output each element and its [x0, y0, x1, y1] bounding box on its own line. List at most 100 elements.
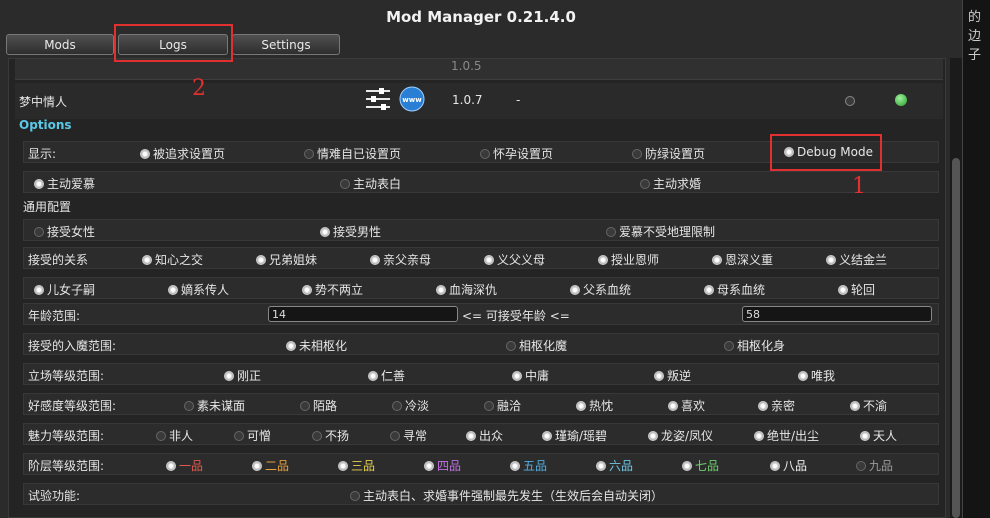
checkbox-relation[interactable]: 儿女子嗣: [34, 281, 95, 298]
row-trial: 试验功能: 主动表白、求婚事件强制最先发生（生效后会自动关闭）: [23, 483, 939, 505]
age-min-input[interactable]: 14: [268, 306, 458, 322]
checkbox-favor[interactable]: 喜欢: [668, 397, 705, 414]
mod-list-panel: 1.0.5 梦中情人 www 1.0.7 - Options 显示: 被追求设置…: [8, 58, 946, 518]
checkbox-rank[interactable]: 三品: [338, 457, 375, 474]
checkbox-relation[interactable]: 义父义母: [484, 251, 545, 268]
annotation-box-debug: [770, 134, 882, 171]
checkbox-favor[interactable]: 陌路: [300, 397, 337, 414]
checkbox-pregnancy-settings[interactable]: 怀孕设置页: [480, 145, 553, 162]
checkbox-active-confess[interactable]: 主动表白: [340, 175, 401, 192]
checkbox-relation[interactable]: 父系血统: [570, 281, 631, 298]
checkbox-stance[interactable]: 叛逆: [654, 367, 691, 384]
row-label: 年龄范围:: [28, 309, 81, 323]
checkbox-relation[interactable]: 恩深义重: [712, 251, 773, 268]
vertical-scrollbar[interactable]: [950, 58, 962, 518]
checkbox-rank[interactable]: 七品: [682, 457, 719, 474]
checkbox-favor[interactable]: 冷淡: [392, 397, 429, 414]
checkbox-charm[interactable]: 出众: [466, 427, 503, 444]
checkbox-active-admire[interactable]: 主动爱慕: [34, 175, 95, 192]
annotation-number-1: 1: [852, 174, 866, 199]
background-char: 的: [968, 10, 982, 25]
mod-name: 梦中情人: [19, 95, 68, 109]
checkbox-charm[interactable]: 非人: [156, 427, 193, 444]
mod-manager-window: Mod Manager 0.21.4.0 Mods Logs Settings …: [0, 0, 963, 518]
checkbox-favor[interactable]: 素未谋面: [184, 397, 245, 414]
checkbox-rank[interactable]: 二品: [252, 457, 289, 474]
checkbox-passion-settings[interactable]: 情难自已设置页: [304, 145, 401, 162]
checkbox-relation[interactable]: 势不两立: [302, 281, 363, 298]
row-label: 好感度等级范围:: [28, 399, 117, 413]
annotation-number-2: 2: [192, 76, 206, 101]
checkbox-charm[interactable]: 绝世/出尘: [754, 427, 819, 444]
checkbox-stance[interactable]: 唯我: [798, 367, 835, 384]
checkbox-demon[interactable]: 相枢化身: [724, 337, 785, 354]
checkbox-demon[interactable]: 未相枢化: [286, 337, 347, 354]
checkbox-stance[interactable]: 中庸: [512, 367, 549, 384]
checkbox-relation[interactable]: 母系血统: [704, 281, 765, 298]
row-relations: 接受的关系 知心之交 兄弟姐妹 亲父亲母 义父义母 授业恩师 恩深义重 义结金兰: [23, 247, 939, 269]
tab-settings[interactable]: Settings: [232, 34, 340, 55]
checkbox-pursued-settings[interactable]: 被追求设置页: [140, 145, 225, 162]
row-label: 显示:: [28, 147, 57, 161]
checkbox-active-propose[interactable]: 主动求婚: [640, 175, 701, 192]
row-label: 魅力等级范围:: [28, 429, 105, 443]
background-char: 边: [968, 29, 982, 44]
checkbox-charm[interactable]: 可憎: [234, 427, 271, 444]
checkbox-favor[interactable]: 亲密: [758, 397, 795, 414]
checkbox-demon[interactable]: 相枢化魔: [506, 337, 567, 354]
checkbox-charm[interactable]: 天人: [860, 427, 897, 444]
mod-radio[interactable]: [845, 96, 855, 106]
sliders-settings-icon[interactable]: [365, 87, 391, 115]
svg-text:www: www: [402, 96, 422, 104]
checkbox-favor[interactable]: 不渝: [850, 397, 887, 414]
checkbox-no-geo-limit[interactable]: 爱慕不受地理限制: [606, 223, 715, 240]
previous-mod-row: 1.0.5: [15, 59, 943, 80]
row-age: 年龄范围: 14 <= 可接受年龄 <= 58: [23, 303, 939, 325]
checkbox-stance[interactable]: 仁善: [368, 367, 405, 384]
checkbox-accept-male[interactable]: 接受男性: [320, 223, 381, 240]
enabled-indicator[interactable]: [895, 94, 907, 106]
checkbox-accept-female[interactable]: 接受女性: [34, 223, 95, 240]
row-label: 阶层等级范围:: [28, 459, 105, 473]
checkbox-rank[interactable]: 一品: [166, 457, 203, 474]
checkbox-charm[interactable]: 瑾瑜/瑶碧: [542, 427, 607, 444]
tab-mods[interactable]: Mods: [6, 34, 114, 55]
checkbox-relation[interactable]: 知心之交: [142, 251, 203, 268]
checkbox-relation[interactable]: 义结金兰: [826, 251, 887, 268]
general-config-label: 通用配置: [23, 200, 72, 214]
row-stance: 立场等级范围: 刚正 仁善 中庸 叛逆 唯我: [23, 363, 939, 385]
checkbox-relation[interactable]: 轮回: [838, 281, 875, 298]
checkbox-anti-green-settings[interactable]: 防绿设置页: [632, 145, 705, 162]
checkbox-relation[interactable]: 血海深仇: [436, 281, 497, 298]
checkbox-rank[interactable]: 六品: [596, 457, 633, 474]
row-rank: 阶层等级范围: 一品 二品 三品 四品 五品 六品 七品 八品 九品: [23, 453, 939, 475]
row-gender: 接受女性 接受男性 爱慕不受地理限制: [23, 219, 939, 241]
checkbox-rank[interactable]: 九品: [856, 457, 893, 474]
mod-dash: -: [516, 93, 521, 107]
checkbox-favor[interactable]: 热忱: [576, 397, 613, 414]
checkbox-charm[interactable]: 不扬: [312, 427, 349, 444]
row-favor: 好感度等级范围: 素未谋面 陌路 冷淡 融洽 热忱 喜欢 亲密 不渝: [23, 393, 939, 415]
checkbox-rank[interactable]: 八品: [770, 457, 807, 474]
checkbox-rank[interactable]: 五品: [510, 457, 547, 474]
background-text: 的 边 子: [968, 8, 990, 65]
row-relations-2: 儿女子嗣 嫡系传人 势不两立 血海深仇 父系血统 母系血统 轮回: [23, 277, 939, 299]
age-max-input[interactable]: 58: [742, 306, 932, 322]
checkbox-force-events[interactable]: 主动表白、求婚事件强制最先发生（生效后会自动关闭）: [350, 487, 663, 504]
row-active: 主动爱慕 主动表白 主动求婚: [23, 171, 939, 193]
checkbox-rank[interactable]: 四品: [424, 457, 461, 474]
options-label: Options: [19, 118, 72, 132]
www-link-icon[interactable]: www: [399, 86, 425, 116]
checkbox-relation[interactable]: 嫡系传人: [168, 281, 229, 298]
checkbox-charm[interactable]: 寻常: [390, 427, 427, 444]
checkbox-relation[interactable]: 兄弟姐妹: [256, 251, 317, 268]
checkbox-relation[interactable]: 亲父亲母: [370, 251, 431, 268]
checkbox-favor[interactable]: 融洽: [484, 397, 521, 414]
previous-mod-version: 1.0.5: [451, 59, 482, 73]
scrollbar-thumb[interactable]: [952, 158, 960, 518]
checkbox-stance[interactable]: 刚正: [224, 367, 261, 384]
checkbox-relation[interactable]: 授业恩师: [598, 251, 659, 268]
row-charm: 魅力等级范围: 非人 可憎 不扬 寻常 出众 瑾瑜/瑶碧 龙姿/凤仪 绝世/出尘…: [23, 423, 939, 445]
row-label: 接受的关系: [28, 253, 89, 267]
checkbox-charm[interactable]: 龙姿/凤仪: [648, 427, 713, 444]
